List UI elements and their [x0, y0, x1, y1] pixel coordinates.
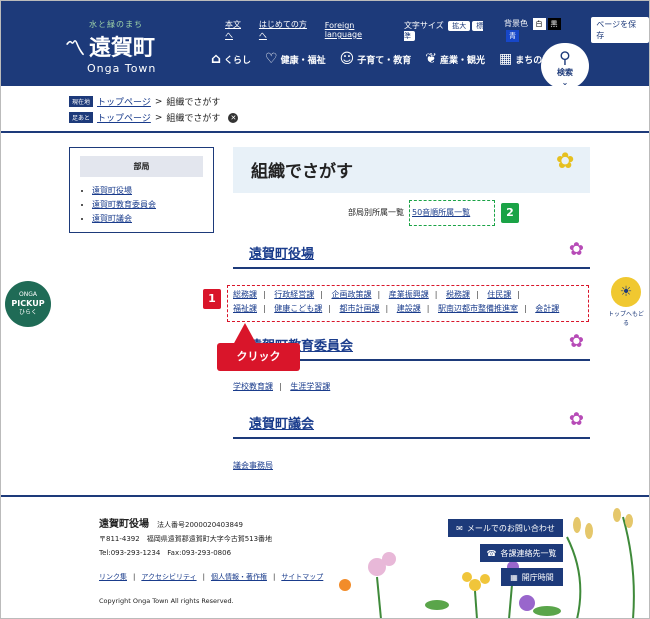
footer-link-links[interactable]: リンク集 — [99, 570, 127, 584]
breadcrumb-home-link[interactable]: トップページ — [97, 95, 151, 108]
side-item-council[interactable]: 遠賀町議会 — [92, 214, 132, 223]
nav-childcare[interactable]: ☺ 子育て・教育 — [340, 51, 412, 67]
page-frame: 水と緑のまち 〽遠賀町 Onga Town 本文へ はじめての方へ Foreig… — [0, 0, 650, 619]
breadcrumb-current: 組織でさがす — [166, 98, 221, 108]
main-nav: ⌂ くらし ♡ 健康・福祉 ☺ 子育て・教育 ❦ 産業・観光 ▦ まちの情報 — [211, 51, 560, 67]
bg-color-label: 背景色 — [503, 19, 528, 28]
plant-icon: ❦ — [425, 51, 437, 67]
building-icon: ▦ — [499, 51, 513, 67]
callout-arrow — [233, 323, 257, 345]
side-item-board-of-education[interactable]: 遠賀町教育委員会 — [92, 200, 156, 209]
flower-icon: ✿ — [556, 149, 575, 174]
highlight-box-2 — [409, 200, 495, 226]
search-icon: ⚲ — [559, 48, 571, 67]
dept-links-council: 議会事務局 — [233, 459, 273, 473]
dept-link[interactable]: 生涯学習課 — [290, 382, 330, 391]
house-icon: ⌂ — [211, 51, 222, 67]
building-icon: ▦ — [510, 572, 518, 582]
flower-icon: ✿ — [568, 331, 584, 352]
footprint-trail: 足あと トップページ > 組織でさがす ✕ — [69, 111, 239, 124]
step-badge-2: 2 — [501, 203, 519, 223]
section-heading: 遠賀町議会 ✿ — [233, 409, 590, 439]
side-menu: 部局 遠賀町役場 遠賀町教育委員会 遠賀町議会 — [69, 147, 214, 233]
flower-icon: ✿ — [568, 409, 584, 430]
page-title: 組織でさがす — [233, 147, 590, 193]
foreign-language-link[interactable]: Foreign language — [325, 21, 394, 39]
utility-links: 本文へ はじめての方へ Foreign language 文字サイズ 拡大 標準 … — [225, 17, 649, 43]
bg-white-button[interactable]: 白 — [532, 18, 546, 30]
close-icon[interactable]: ✕ — [228, 112, 239, 123]
phone-icon: ☎ — [486, 548, 497, 558]
divider — [1, 131, 649, 133]
hands-icon: ♡ — [265, 51, 278, 67]
list-label: 部局別所属一覧 — [348, 208, 404, 217]
save-page-button[interactable]: ページを保存 — [591, 17, 649, 43]
back-to-top-button[interactable]: ☀ トップへもどる — [607, 277, 645, 327]
site-header: 水と緑のまち 〽遠賀町 Onga Town 本文へ はじめての方へ Foreig… — [1, 1, 649, 89]
section-title-town-office[interactable]: 遠賀町役場 — [249, 243, 314, 262]
footprint-tag: 足あと — [69, 112, 94, 123]
pickup-button[interactable]: ONGA PICKUP ひらく — [5, 281, 51, 327]
section-title-council[interactable]: 遠賀町議会 — [249, 413, 314, 432]
logo-en: Onga Town — [87, 62, 157, 75]
mail-icon: ✉ — [456, 523, 463, 533]
breadcrumb: 現在地 トップページ > 組織でさがす — [69, 95, 220, 108]
footer: 遠賀町役場 法人番号2000020403849 〒811-4392 福岡県遠賀郡… — [99, 518, 323, 608]
skip-to-content-link[interactable]: 本文へ — [225, 19, 249, 41]
dept-link[interactable]: 議会事務局 — [233, 461, 273, 470]
first-time-link[interactable]: はじめての方へ — [259, 19, 315, 41]
footer-address: 〒811-4392 福岡県遠賀郡遠賀町大字今古賀513番地 — [99, 535, 273, 543]
mail-inquiry-button[interactable]: ✉ メールでのお問い合わせ — [448, 519, 563, 537]
footprint-home-link[interactable]: トップページ — [97, 111, 151, 124]
bg-black-button[interactable]: 黒 — [547, 18, 561, 30]
chevron-down-icon: ⌄ — [561, 78, 569, 87]
click-callout: クリック — [217, 343, 300, 371]
nav-living[interactable]: ⌂ くらし — [211, 51, 251, 67]
mascot-icon: ☀ — [611, 277, 641, 307]
footer-link-accessibility[interactable]: アクセシビリティ — [141, 570, 196, 584]
flower-icon: ✿ — [568, 239, 584, 260]
font-size-label: 文字サイズ — [403, 20, 444, 30]
current-location-tag: 現在地 — [69, 96, 94, 107]
side-item-town-office[interactable]: 遠賀町役場 — [92, 186, 132, 195]
dept-link[interactable]: 学校教育課 — [233, 382, 273, 391]
bg-blue-button[interactable]: 青 — [505, 30, 519, 42]
footer-link-privacy[interactable]: 個人情報・著作権 — [211, 570, 267, 584]
footprint-current: 組織でさがす — [166, 114, 221, 124]
footer-org-name: 遠賀町役場 — [99, 519, 149, 530]
section-heading: 遠賀町役場 ✿ — [233, 239, 590, 269]
dept-links-education: 学校教育課 | 生涯学習課 — [233, 382, 331, 391]
divider — [1, 495, 649, 497]
search-button[interactable]: ⚲ 検索 ⌄ — [541, 43, 589, 89]
contact-list-button[interactable]: ☎ 各課連絡先一覧 — [480, 544, 563, 562]
nav-industry[interactable]: ❦ 産業・観光 — [425, 51, 485, 67]
site-logo[interactable]: 水と緑のまち 〽遠賀町 Onga Town — [65, 19, 175, 75]
logo-tagline: 水と緑のまち — [89, 20, 143, 29]
highlight-box-1 — [227, 285, 589, 322]
copyright: Copyright Onga Town All rights Reserved. — [99, 597, 234, 605]
logo-name: 遠賀町 — [89, 35, 156, 61]
nav-health[interactable]: ♡ 健康・福祉 — [265, 51, 326, 67]
footer-tel: Tel:093-293-1234 Fax:093-293-0806 — [99, 549, 232, 557]
office-hours-button[interactable]: ▦ 開庁時間 — [501, 568, 563, 586]
step-badge-1: 1 — [203, 289, 221, 309]
font-large-button[interactable]: 拡大 — [448, 20, 471, 31]
footer-corp-number: 法人番号2000020403849 — [157, 521, 243, 529]
town-mark-icon: 〽 — [65, 35, 85, 60]
footer-link-sitemap[interactable]: サイトマップ — [281, 570, 323, 584]
side-menu-heading: 部局 — [80, 156, 203, 177]
child-icon: ☺ — [339, 51, 355, 67]
